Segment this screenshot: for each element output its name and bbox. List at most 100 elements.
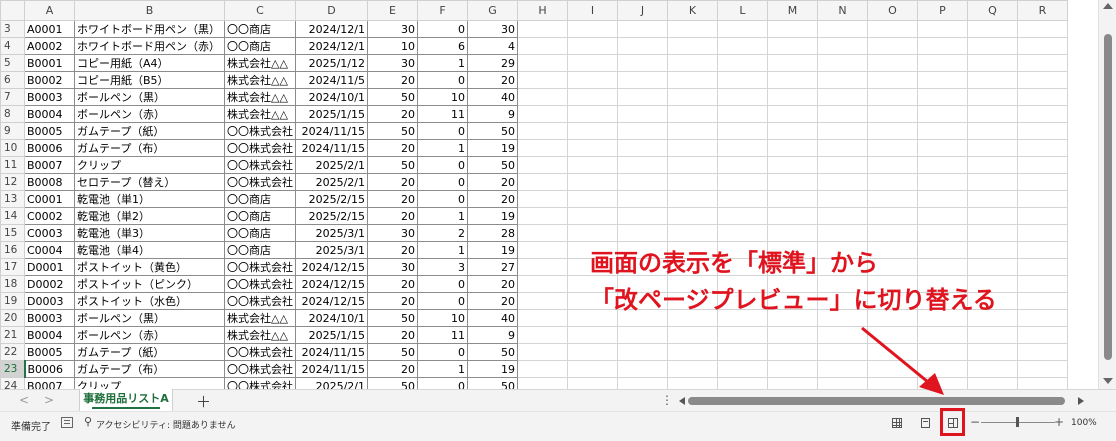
select-all-corner[interactable] [0,0,25,21]
empty-cell[interactable] [867,54,918,72]
cell-e[interactable]: 50 [367,343,418,361]
cell-a[interactable]: B0004 [24,105,75,123]
cell-f[interactable]: 1 [417,241,468,259]
cell-e[interactable]: 20 [367,241,418,259]
cell-e[interactable]: 30 [367,258,418,276]
empty-cell[interactable] [567,105,618,123]
empty-cell[interactable] [817,360,868,378]
empty-cell[interactable] [917,71,968,89]
cell-b[interactable]: ポストイット（ピンク） [74,275,225,293]
empty-cell[interactable] [967,139,1018,157]
cell-d[interactable]: 2024/12/15 [295,275,368,293]
empty-cell[interactable] [567,190,618,208]
add-sheet-button[interactable]: ＋ [196,391,211,412]
cell-f[interactable]: 2 [417,224,468,242]
empty-cell[interactable] [967,105,1018,123]
empty-cell[interactable] [917,105,968,123]
empty-cell[interactable] [917,37,968,55]
row-header[interactable]: 19 [0,292,25,310]
empty-cell[interactable] [667,37,718,55]
empty-cell[interactable] [767,156,818,174]
cell-g[interactable]: 50 [467,343,518,361]
empty-cell[interactable] [1017,241,1068,259]
cell-c[interactable]: 株式会社△△ [224,71,296,89]
empty-cell[interactable] [517,20,568,38]
cell-b[interactable]: 乾電池（単4） [74,241,225,259]
cell-g[interactable]: 50 [467,156,518,174]
empty-cell[interactable] [667,54,718,72]
empty-cell[interactable] [567,88,618,106]
empty-cell[interactable] [617,20,668,38]
cell-a[interactable]: B0001 [24,54,75,72]
cell-c[interactable]: 株式会社△△ [224,105,296,123]
cell-d[interactable]: 2024/12/15 [295,292,368,310]
cell-f[interactable]: 0 [417,343,468,361]
row-header[interactable]: 5 [0,54,25,72]
empty-cell[interactable] [617,122,668,140]
cell-f[interactable]: 10 [417,309,468,327]
cell-c[interactable]: 〇〇株式会社 [224,258,296,276]
empty-cell[interactable] [717,360,768,378]
empty-cell[interactable] [1017,377,1068,389]
empty-cell[interactable] [717,326,768,344]
spreadsheet-grid[interactable]: ABCDEFGHIJKLMNOPQR 3 A0001 ホワイトボード用ペン（黒） 〇〇… [0,0,1068,389]
cell-e[interactable]: 20 [367,105,418,123]
row-header[interactable]: 23 [0,360,26,378]
empty-cell[interactable] [717,224,768,242]
cell-f[interactable]: 1 [417,54,468,72]
empty-cell[interactable] [867,207,918,225]
row-header[interactable]: 3 [0,20,25,38]
column-header-q[interactable]: Q [967,0,1018,21]
cell-a[interactable]: D0002 [24,275,75,293]
empty-cell[interactable] [667,207,718,225]
accessibility-icon[interactable]: ⚲ [84,415,92,428]
cell-c[interactable]: 〇〇商店 [224,20,296,38]
accessibility-status[interactable]: アクセシビリティ: 問題ありません [96,418,236,431]
row-header[interactable]: 24 [0,377,25,389]
empty-cell[interactable] [717,156,768,174]
empty-cell[interactable] [767,377,818,389]
row-header[interactable]: 21 [0,326,25,344]
empty-cell[interactable] [517,377,568,389]
cell-d[interactable]: 2025/3/1 [295,224,368,242]
empty-cell[interactable] [917,326,968,344]
cell-c[interactable]: 株式会社△△ [224,309,296,327]
empty-cell[interactable] [867,224,918,242]
cell-c[interactable]: 株式会社△△ [224,326,296,344]
empty-cell[interactable] [1017,156,1068,174]
cell-a[interactable]: C0002 [24,207,75,225]
empty-cell[interactable] [567,139,618,157]
cell-f[interactable]: 1 [417,360,468,378]
empty-cell[interactable] [1017,139,1068,157]
empty-cell[interactable] [867,173,918,191]
empty-cell[interactable] [967,156,1018,174]
empty-cell[interactable] [517,122,568,140]
empty-cell[interactable] [867,20,918,38]
empty-cell[interactable] [767,207,818,225]
cell-c[interactable]: 〇〇株式会社 [224,122,296,140]
column-header-l[interactable]: L [717,0,768,21]
empty-cell[interactable] [767,20,818,38]
row-header[interactable]: 17 [0,258,25,276]
cell-f[interactable]: 6 [417,37,468,55]
empty-cell[interactable] [967,207,1018,225]
cell-b[interactable]: ホワイトボード用ペン（黒） [74,20,225,38]
cell-b[interactable]: ボールペン（黒） [74,309,225,327]
empty-cell[interactable] [1017,54,1068,72]
cell-g[interactable]: 29 [467,54,518,72]
empty-cell[interactable] [567,37,618,55]
cell-f[interactable]: 0 [417,122,468,140]
empty-cell[interactable] [967,173,1018,191]
empty-cell[interactable] [767,37,818,55]
empty-cell[interactable] [767,54,818,72]
empty-cell[interactable] [517,207,568,225]
cell-b[interactable]: ガムテープ（布） [74,360,225,378]
cell-f[interactable]: 1 [417,139,468,157]
cell-c[interactable]: 〇〇株式会社 [224,292,296,310]
empty-cell[interactable] [517,173,568,191]
cell-b[interactable]: クリップ [74,156,225,174]
cell-d[interactable]: 2025/2/15 [295,190,368,208]
empty-cell[interactable] [517,88,568,106]
empty-cell[interactable] [917,343,968,361]
empty-cell[interactable] [717,71,768,89]
